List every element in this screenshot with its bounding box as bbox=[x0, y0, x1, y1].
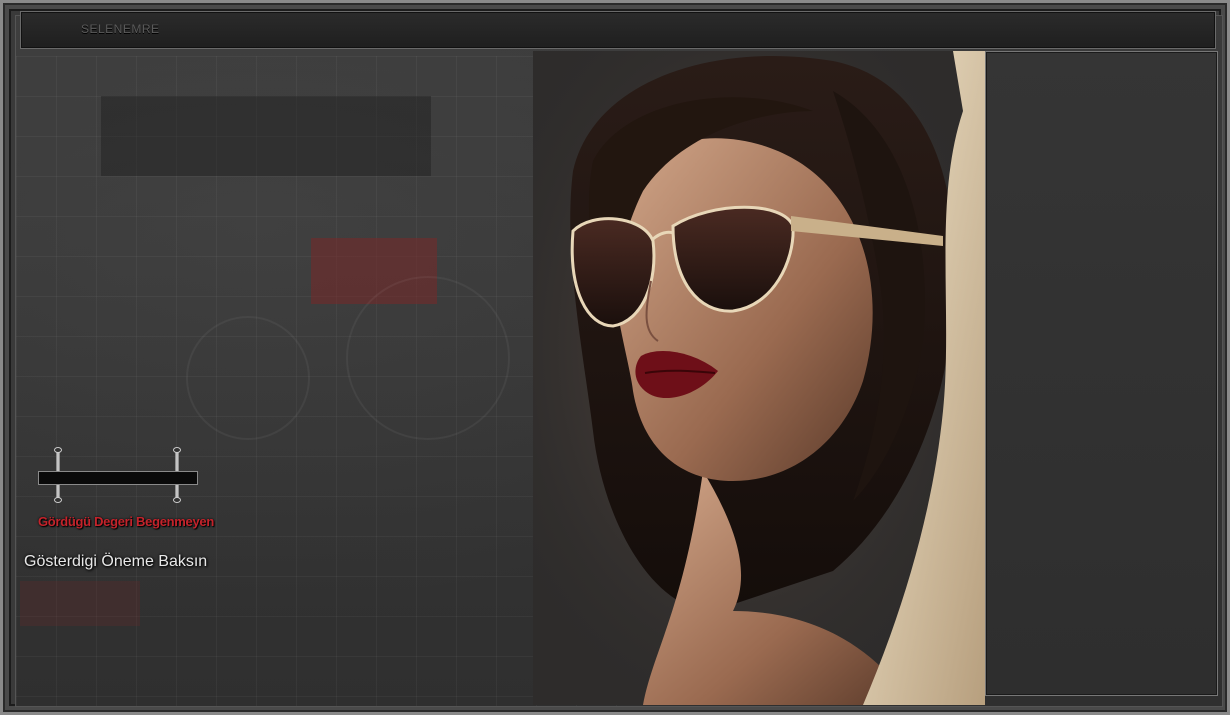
outer-frame: SELENEMRE Gördügü Degeri Begenmeyen Göst… bbox=[0, 0, 1230, 715]
caption-line-2: Gösterdigi Öneme Baksın bbox=[24, 553, 208, 570]
header-title: SELENEMRE bbox=[81, 22, 160, 36]
circle-decoration bbox=[346, 276, 510, 440]
right-side-panel bbox=[985, 51, 1218, 696]
header-bar: SELENEMRE bbox=[20, 11, 1216, 49]
decorative-slider-bar bbox=[38, 471, 198, 485]
woman-portrait-image bbox=[533, 51, 985, 705]
dark-decor-block bbox=[101, 96, 431, 176]
red-decor-strip bbox=[20, 581, 140, 626]
circle-decoration bbox=[186, 316, 310, 440]
caption-line-1: Gördügü Degeri Begenmeyen bbox=[38, 514, 214, 529]
